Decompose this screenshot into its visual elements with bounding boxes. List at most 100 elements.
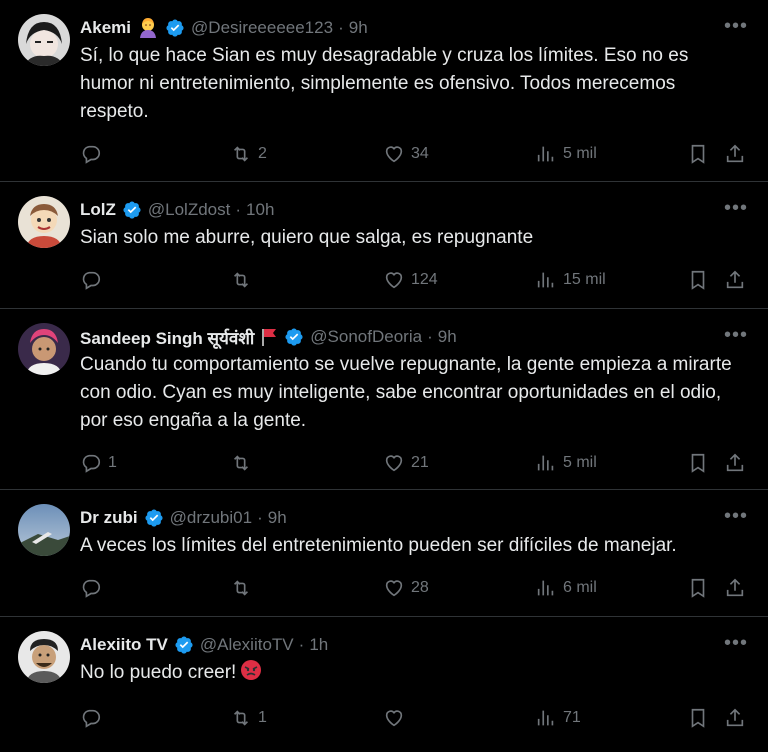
verified-badge-icon xyxy=(144,508,164,528)
heart-icon xyxy=(383,707,405,729)
display-name[interactable]: Sandeep Singh सूर्यवंशी xyxy=(80,326,254,349)
timestamp[interactable]: 10h xyxy=(246,200,274,220)
retweet-icon xyxy=(230,707,252,729)
angry-face-emoji-icon xyxy=(240,659,262,690)
user-handle[interactable]: @drzubi01 xyxy=(170,508,252,528)
user-handle[interactable]: @AlexiitoTV xyxy=(200,635,294,655)
bookmark-button[interactable] xyxy=(687,707,709,729)
tweet: Akemi @Desireeeeee123 · 9h ••• Sí, lo qu… xyxy=(0,0,768,182)
like-button[interactable]: 34 xyxy=(383,143,429,165)
tweet-feed: Akemi @Desireeeeee123 · 9h ••• Sí, lo qu… xyxy=(0,0,768,735)
views-button[interactable]: 5 mil xyxy=(535,452,597,474)
tweet-text: Sí, lo que hace Sian es muy desagradable… xyxy=(80,45,689,122)
tweet-text: Cuando tu comportamiento se vuelve repug… xyxy=(80,354,732,431)
display-name[interactable]: Akemi xyxy=(80,18,131,38)
verified-badge-icon xyxy=(284,327,304,347)
avatar[interactable] xyxy=(18,14,70,66)
share-button[interactable] xyxy=(724,577,746,599)
retweet-count: 1 xyxy=(258,709,267,726)
timestamp[interactable]: 9h xyxy=(438,327,457,347)
tweet: Alexiito TV @AlexiitoTV · 1h ••• No lo p… xyxy=(0,617,768,735)
reply-button[interactable] xyxy=(80,143,108,165)
user-handle[interactable]: @SonofDeoria xyxy=(310,327,422,347)
avatar[interactable] xyxy=(18,504,70,556)
like-count: 124 xyxy=(411,271,438,288)
share-button[interactable] xyxy=(724,452,746,474)
reply-icon xyxy=(80,269,102,291)
tweet-header: Akemi @Desireeeeee123 · 9h xyxy=(80,14,748,42)
tweet-actions: 1 21 5 mil xyxy=(80,435,748,497)
person-tipping-hand-emoji-icon xyxy=(137,17,159,39)
views-chart-icon xyxy=(535,452,557,474)
timestamp[interactable]: 9h xyxy=(349,18,368,38)
share-button[interactable] xyxy=(724,269,746,291)
share-button[interactable] xyxy=(724,143,746,165)
share-icon xyxy=(724,707,746,729)
view-count: 15 mil xyxy=(563,271,606,288)
tweet-header: LolZ @LolZdost · 10h xyxy=(80,196,748,224)
share-button[interactable] xyxy=(724,707,746,729)
view-count: 5 mil xyxy=(563,145,597,162)
reply-icon xyxy=(80,143,102,165)
reply-button[interactable]: 1 xyxy=(80,452,117,474)
more-options-icon[interactable]: ••• xyxy=(724,506,748,526)
views-chart-icon xyxy=(535,143,557,165)
tweet-header: Dr zubi @drzubi01 · 9h xyxy=(80,504,748,532)
tweet-actions: 28 6 mil xyxy=(80,560,748,622)
bookmark-button[interactable] xyxy=(687,577,709,599)
verified-badge-icon xyxy=(174,635,194,655)
more-options-icon[interactable]: ••• xyxy=(724,198,748,218)
display-name[interactable]: LolZ xyxy=(80,200,116,220)
timestamp[interactable]: 9h xyxy=(268,508,287,528)
separator-dot: · xyxy=(427,327,433,346)
tweet: Dr zubi @drzubi01 · 9h ••• A veces los l… xyxy=(0,490,768,617)
bookmark-button[interactable] xyxy=(687,452,709,474)
more-options-icon[interactable]: ••• xyxy=(724,16,748,36)
reply-button[interactable] xyxy=(80,269,108,291)
heart-icon xyxy=(383,452,405,474)
share-icon xyxy=(724,269,746,291)
views-button[interactable]: 71 xyxy=(535,707,581,729)
like-button[interactable]: 28 xyxy=(383,577,429,599)
reply-button[interactable] xyxy=(80,577,108,599)
tweet-text: Sian solo me aburre, quiero que salga, e… xyxy=(80,227,534,248)
retweet-icon xyxy=(230,269,252,291)
like-count: 21 xyxy=(411,454,429,471)
more-options-icon[interactable]: ••• xyxy=(724,325,748,345)
views-button[interactable]: 6 mil xyxy=(535,577,597,599)
reply-button[interactable] xyxy=(80,707,108,729)
timestamp[interactable]: 1h xyxy=(309,635,328,655)
views-button[interactable]: 5 mil xyxy=(535,143,597,165)
bookmark-button[interactable] xyxy=(687,143,709,165)
bookmark-icon xyxy=(687,707,709,729)
retweet-button[interactable] xyxy=(230,452,258,474)
bookmark-button[interactable] xyxy=(687,269,709,291)
retweet-button[interactable] xyxy=(230,269,258,291)
retweet-count: 2 xyxy=(258,145,267,162)
reply-count: 1 xyxy=(108,454,117,471)
retweet-button[interactable]: 1 xyxy=(230,707,267,729)
display-name[interactable]: Dr zubi xyxy=(80,508,138,528)
retweet-icon xyxy=(230,452,252,474)
retweet-button[interactable] xyxy=(230,577,258,599)
user-handle[interactable]: @LolZdost xyxy=(148,200,230,220)
bookmark-icon xyxy=(687,269,709,291)
like-button[interactable]: 124 xyxy=(383,269,438,291)
avatar[interactable] xyxy=(18,196,70,248)
view-count: 5 mil xyxy=(563,454,597,471)
retweet-button[interactable]: 2 xyxy=(230,143,267,165)
tweet-actions: 124 15 mil xyxy=(80,252,748,314)
user-handle[interactable]: @Desireeeeee123 xyxy=(191,18,333,38)
like-button[interactable]: 21 xyxy=(383,452,429,474)
tweet-text-container: No lo puedo creer! xyxy=(80,659,748,690)
avatar[interactable] xyxy=(18,323,70,375)
display-name[interactable]: Alexiito TV xyxy=(80,635,168,655)
views-button[interactable]: 15 mil xyxy=(535,269,606,291)
tweet-text: A veces los límites del entretenimiento … xyxy=(80,535,677,556)
like-button[interactable] xyxy=(383,707,411,729)
avatar[interactable] xyxy=(18,631,70,683)
more-options-icon[interactable]: ••• xyxy=(724,633,748,653)
heart-icon xyxy=(383,577,405,599)
bookmark-icon xyxy=(687,452,709,474)
views-chart-icon xyxy=(535,707,557,729)
